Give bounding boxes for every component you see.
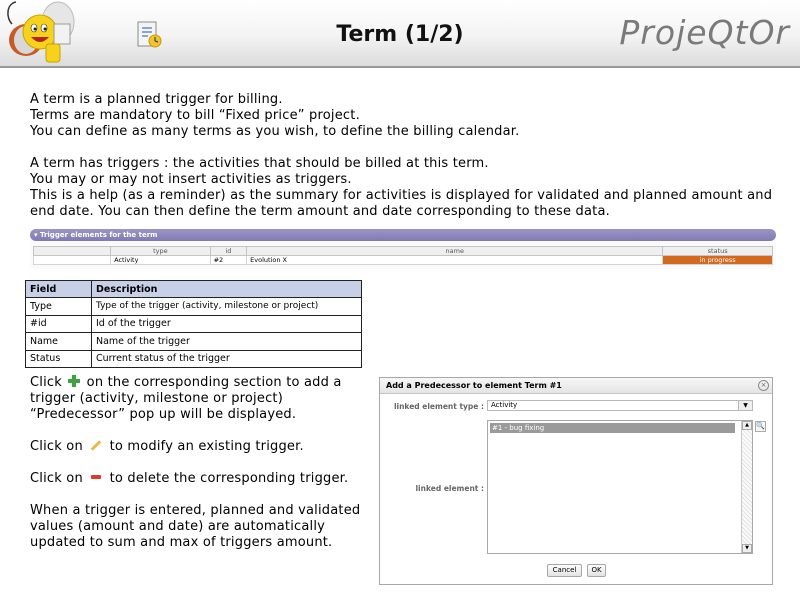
collapse-arrow-icon[interactable]: ▾ [34, 231, 38, 239]
trigger-elements-section: ▾ Trigger elements for the term type id … [30, 229, 776, 269]
table-header-status: status [662, 246, 773, 256]
delete-minus-icon [91, 475, 102, 479]
table-row: Type Type of the trigger (activity, mile… [25, 297, 362, 316]
table-header-id: id [209, 246, 248, 256]
intro-text: A term is a planned trigger for billing.… [30, 92, 780, 220]
row-spacer-cell [32, 255, 112, 265]
intro-line: Terms are mandatory to bill “Fixed price… [30, 108, 360, 123]
chevron-down-icon[interactable]: ▼ [738, 401, 752, 410]
field-table-header-description: Description [91, 280, 362, 298]
search-icon[interactable]: 🔍 [755, 421, 766, 432]
add-plus-icon [68, 375, 81, 387]
dialog-title: Add a Predecessor to element Term #1 [380, 378, 772, 394]
row-id-cell: #2 [209, 255, 248, 265]
table-row[interactable]: Activity #2 Evolution X in progress [32, 255, 773, 265]
intro-line: A term is a planned trigger for billing. [30, 92, 283, 107]
field-table-header-field: Field [25, 280, 92, 298]
delete-instruction: Click on to delete the corresponding tri… [30, 471, 349, 486]
linked-element-listbox[interactable]: #1 - bug fixing ▲ ▼ [487, 420, 753, 554]
intro-line: This is a help (as a reminder) as the su… [30, 188, 773, 219]
intro-line: A term has triggers : the activities tha… [30, 156, 489, 171]
brand-logo-text: ProjeQtOr [619, 13, 790, 52]
ok-button[interactable]: OK [587, 564, 606, 577]
table-header-name: name [246, 246, 664, 256]
trigger-section-title: Trigger elements for the term [39, 231, 158, 239]
list-item[interactable]: #1 - bug fixing [490, 423, 735, 433]
field-cell: #id [25, 314, 92, 333]
description-cell: Id of the trigger [91, 314, 362, 333]
trigger-section-header[interactable]: ▾ Trigger elements for the term [30, 229, 776, 241]
add-predecessor-dialog: Add a Predecessor to element Term #1 × l… [379, 377, 773, 585]
description-cell: Name of the trigger [91, 332, 362, 351]
field-cell: Type [25, 297, 92, 316]
page-header: Term (1/2) ProjeQtOr [0, 0, 800, 68]
linked-element-type-label: linked element type : [393, 402, 484, 411]
description-cell: Type of the trigger (activity, milestone… [91, 297, 362, 316]
linked-element-type-value: Activity [491, 401, 518, 409]
table-row: #id Id of the trigger [25, 314, 362, 333]
instructions-text: Click on the corresponding section to ad… [30, 375, 375, 551]
field-cell: Status [25, 349, 92, 368]
table-row: Status Current status of the trigger [25, 349, 362, 368]
modify-instruction: Click on to modify an existing trigger. [30, 439, 304, 454]
table-header-type: type [110, 246, 211, 256]
table-row: Name Name of the trigger [25, 332, 362, 351]
status-badge: in progress [662, 255, 773, 265]
field-description-table: Field Description Type Type of the trigg… [25, 280, 362, 368]
edit-pencil-icon [90, 440, 102, 451]
description-cell: Current status of the trigger [91, 349, 362, 368]
row-type-cell: Activity [110, 255, 211, 265]
intro-line: You can define as many terms as you wish… [30, 124, 520, 139]
auto-update-note: When a trigger is entered, planned and v… [30, 503, 361, 550]
field-cell: Name [25, 332, 92, 351]
scroll-down-icon[interactable]: ▼ [742, 544, 752, 553]
add-instruction: Click on the corresponding section to ad… [30, 375, 342, 422]
table-header-spacer [32, 246, 112, 256]
linked-element-label: linked element : [415, 484, 484, 493]
intro-line: You may or may not insert activities as … [30, 172, 352, 187]
listbox-scrollbar[interactable]: ▲ ▼ [741, 421, 752, 553]
linked-element-type-select[interactable]: Activity ▼ [487, 400, 753, 411]
trigger-table: type id name status Activity #2 Evolutio… [32, 246, 773, 265]
scroll-up-icon[interactable]: ▲ [742, 421, 752, 430]
cancel-button[interactable]: Cancel [547, 564, 582, 577]
close-icon[interactable]: × [758, 380, 769, 391]
row-name-cell: Evolution X [246, 255, 664, 265]
